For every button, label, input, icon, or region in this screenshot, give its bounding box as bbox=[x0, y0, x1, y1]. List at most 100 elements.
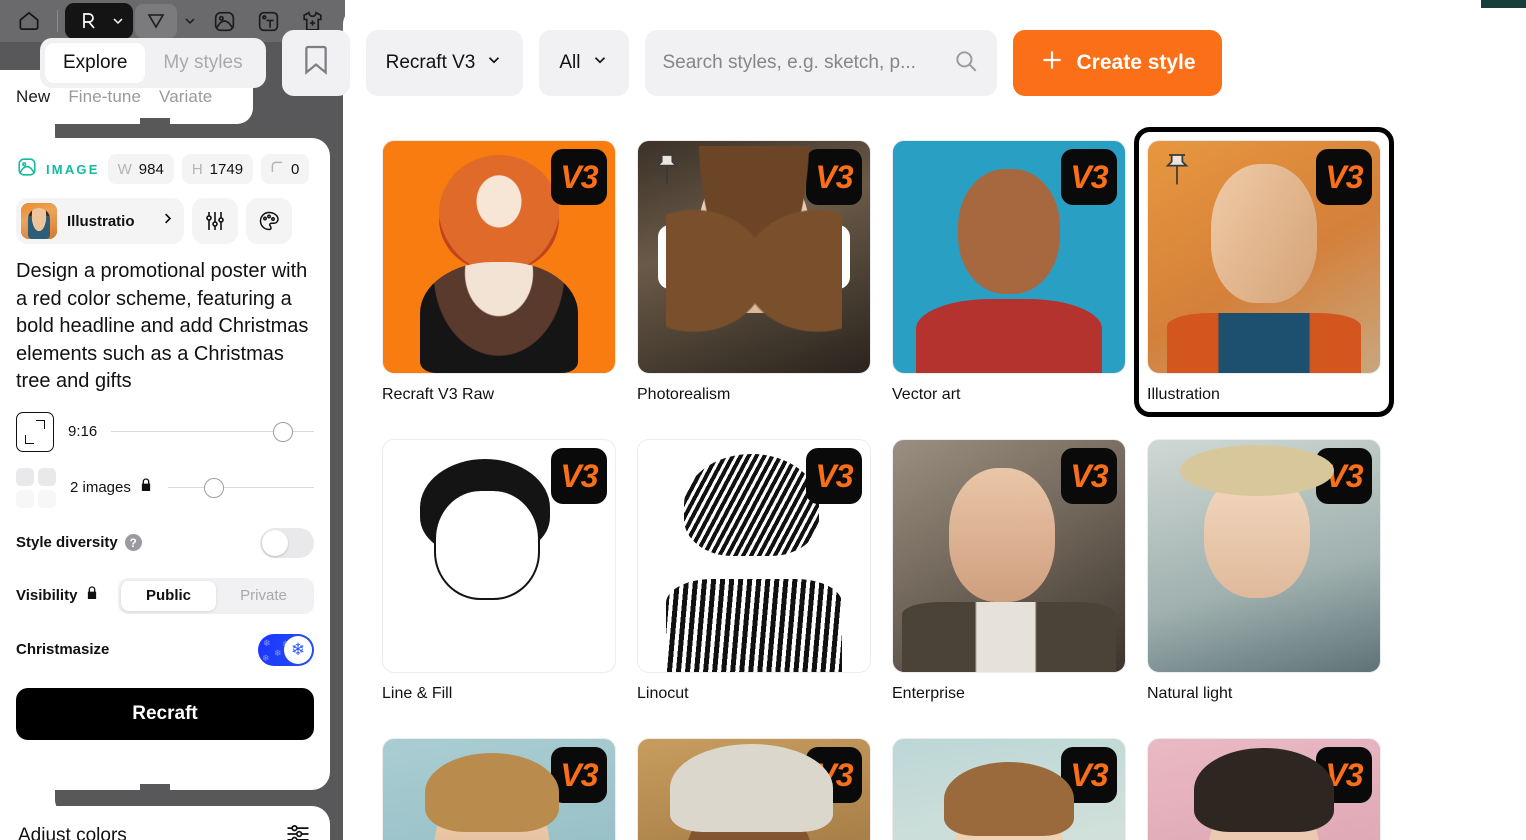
chevron-down-icon bbox=[485, 51, 503, 75]
image-count-slider-track bbox=[167, 486, 314, 488]
height-value: 1749 bbox=[209, 160, 244, 178]
search-field[interactable] bbox=[644, 30, 997, 96]
style-card-photorealism[interactable]: V3 Apply Photorealism bbox=[637, 140, 871, 404]
style-card-line-and-fill[interactable]: V3 Line & Fill bbox=[382, 439, 616, 703]
style-card-vector-art[interactable]: V3 Vector art bbox=[892, 140, 1126, 404]
style-cards-grid: V3 Recraft V3 Raw V3 Apply Photorealism … bbox=[382, 127, 1394, 840]
style-selector-button[interactable]: Illustratio bbox=[16, 198, 184, 244]
width-key: W bbox=[117, 160, 132, 178]
image-size-row: IMAGE W 984 H 1749 0 bbox=[16, 154, 314, 184]
style-card-row3-4[interactable]: V3 bbox=[1147, 738, 1381, 840]
width-value: 984 bbox=[138, 160, 164, 178]
style-thumbnail[interactable]: V3 bbox=[1147, 738, 1381, 840]
style-thumbnail[interactable]: V3 bbox=[892, 439, 1126, 673]
style-settings-sliders-button[interactable] bbox=[192, 198, 238, 244]
christmasize-toggle[interactable]: ❄ ❄ ❄ ❄ ❄ bbox=[258, 633, 314, 666]
style-thumbnail[interactable]: V3 bbox=[382, 140, 616, 374]
generate-button[interactable]: Recraft bbox=[16, 687, 314, 740]
prompt-text[interactable]: Design a promotional poster with a red c… bbox=[16, 258, 314, 396]
model-filter-label: Recraft V3 bbox=[385, 52, 476, 73]
style-card-label: Vector art bbox=[892, 386, 961, 403]
image-count-grid-icon[interactable] bbox=[16, 467, 56, 508]
style-thumbnail[interactable]: V3 Apply bbox=[637, 140, 871, 374]
image-type-icon bbox=[16, 156, 38, 183]
visibility-label: Visibility bbox=[16, 587, 78, 604]
style-card-label: Linocut bbox=[637, 685, 689, 702]
tab-explore[interactable]: Explore bbox=[45, 43, 146, 83]
style-card-label: Illustration bbox=[1147, 386, 1220, 403]
version-badge: V3 bbox=[551, 747, 607, 803]
version-badge: V3 bbox=[1316, 747, 1372, 803]
style-controls-row: Illustratio bbox=[16, 198, 314, 244]
version-badge: V3 bbox=[1316, 448, 1372, 504]
style-diversity-label: Style diversity bbox=[16, 534, 118, 551]
style-card-recraft-v3-raw[interactable]: V3 Recraft V3 Raw bbox=[382, 140, 616, 404]
style-card-enterprise[interactable]: V3 Enterprise bbox=[892, 439, 1126, 703]
style-thumbnail[interactable]: V3 bbox=[637, 439, 871, 673]
style-browser-toolbar: Explore My styles Recraft V3 All Search … bbox=[40, 30, 1222, 96]
image-count-slider-knob[interactable] bbox=[204, 477, 225, 498]
top-right-accent-strip bbox=[1481, 0, 1526, 8]
adjust-colors-sliders-icon[interactable] bbox=[284, 820, 312, 840]
category-filter-dropdown[interactable]: All bbox=[539, 30, 629, 96]
visibility-option-private[interactable]: Private bbox=[216, 581, 311, 611]
tab-my-styles[interactable]: My styles bbox=[145, 43, 260, 83]
plus-icon bbox=[1039, 47, 1065, 79]
help-icon[interactable]: ? bbox=[124, 534, 142, 551]
version-badge: V3 bbox=[1061, 448, 1117, 504]
style-card-row3-2[interactable]: V3 bbox=[637, 738, 871, 840]
style-thumbnail[interactable]: V3 bbox=[892, 738, 1126, 840]
aspect-ratio-icon[interactable] bbox=[16, 411, 54, 452]
style-card-label: Recraft V3 Raw bbox=[382, 386, 495, 403]
aspect-ratio-label: 9:16 bbox=[68, 423, 98, 440]
color-palette-button[interactable] bbox=[246, 198, 292, 244]
apply-style-button[interactable]: Apply bbox=[658, 225, 850, 289]
category-filter-label: All bbox=[559, 52, 581, 73]
style-thumbnail[interactable]: V3 bbox=[382, 439, 616, 673]
style-thumbnail[interactable]: V3 bbox=[637, 738, 871, 840]
style-diversity-toggle[interactable] bbox=[260, 527, 314, 558]
style-card-label: Natural light bbox=[1147, 685, 1233, 702]
pin-icon[interactable] bbox=[650, 151, 684, 196]
version-badge: V3 bbox=[806, 448, 862, 504]
pin-icon[interactable] bbox=[1160, 151, 1194, 196]
style-source-tabs: Explore My styles bbox=[40, 38, 266, 88]
christmasize-row: Christmasize ❄ ❄ ❄ ❄ ❄ bbox=[16, 633, 314, 666]
style-card-linocut[interactable]: V3 Linocut bbox=[637, 439, 871, 703]
version-badge: V3 bbox=[1316, 149, 1372, 205]
search-input[interactable] bbox=[662, 52, 953, 74]
image-count-slider[interactable] bbox=[167, 477, 314, 498]
adjust-colors-panel[interactable]: Adjust colors bbox=[0, 806, 330, 840]
style-card-illustration[interactable]: V3 Illustration bbox=[1134, 127, 1394, 417]
model-filter-dropdown[interactable]: Recraft V3 bbox=[365, 30, 524, 96]
adjust-colors-label: Adjust colors bbox=[18, 825, 127, 840]
width-field[interactable]: W 984 bbox=[107, 154, 174, 184]
style-card-row3-1[interactable]: V3 bbox=[382, 738, 616, 840]
toolbar-divider bbox=[57, 10, 58, 32]
style-thumbnail[interactable]: V3 bbox=[892, 140, 1126, 374]
corner-radius-field[interactable]: 0 bbox=[261, 154, 310, 184]
height-field[interactable]: H 1749 bbox=[181, 154, 254, 184]
style-thumbnail[interactable]: V3 bbox=[1147, 140, 1381, 374]
snowflake-icon: ❄ bbox=[284, 635, 312, 664]
aspect-ratio-slider-knob[interactable] bbox=[273, 421, 294, 442]
style-card-label: Enterprise bbox=[892, 685, 965, 702]
style-thumbnail[interactable]: V3 bbox=[382, 738, 616, 840]
visibility-option-public[interactable]: Public bbox=[121, 580, 216, 611]
image-count-row: 2 images bbox=[16, 467, 314, 508]
search-icon[interactable] bbox=[953, 48, 979, 79]
style-thumbnail[interactable]: V3 bbox=[1147, 439, 1381, 673]
version-badge: V3 bbox=[1061, 149, 1117, 205]
bookmark-button[interactable] bbox=[281, 30, 350, 96]
style-card-row3-3[interactable]: V3 bbox=[892, 738, 1126, 840]
aspect-ratio-slider[interactable] bbox=[111, 421, 314, 442]
style-diversity-row: Style diversity ? bbox=[16, 527, 314, 558]
visibility-lock-icon bbox=[84, 585, 100, 606]
version-badge: V3 bbox=[551, 149, 607, 205]
image-count-lock-icon bbox=[138, 477, 154, 498]
bookmark-icon bbox=[302, 43, 330, 83]
visibility-segmented-control: Public Private bbox=[118, 577, 314, 614]
create-style-button[interactable]: Create style bbox=[1012, 30, 1222, 96]
aspect-ratio-row: 9:16 bbox=[16, 411, 314, 452]
style-card-natural-light[interactable]: V3 Natural light bbox=[1147, 439, 1381, 703]
